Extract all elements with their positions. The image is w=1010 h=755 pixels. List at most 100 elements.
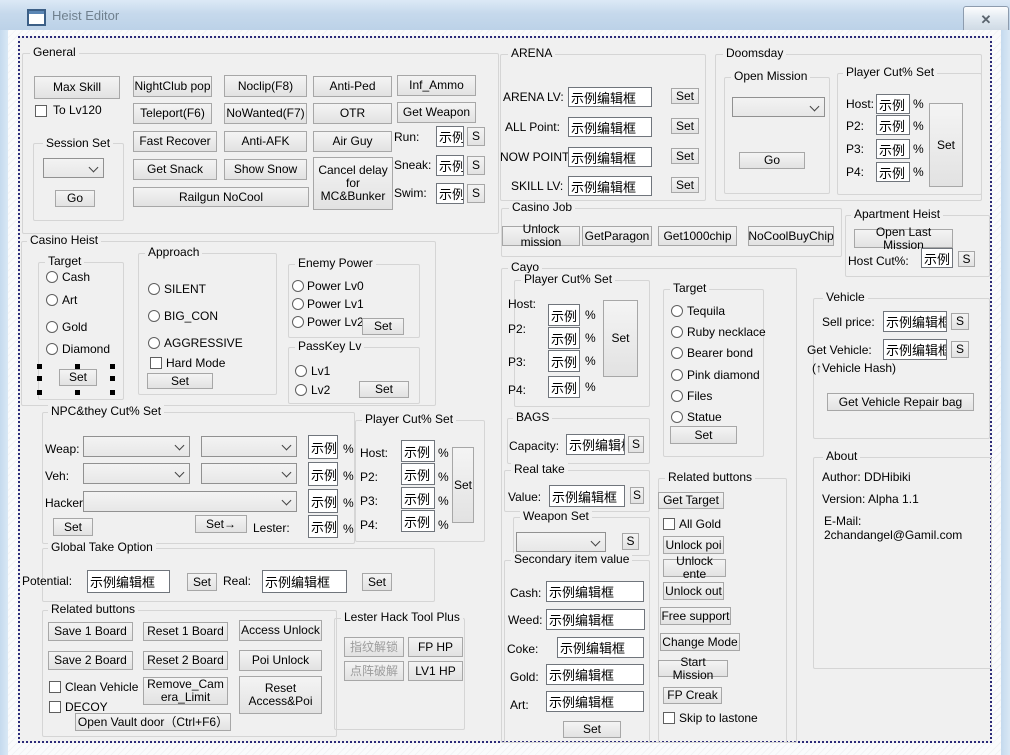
ch-target-set-button[interactable]: Set: [59, 369, 97, 386]
all-point-set-button[interactable]: Set: [671, 118, 699, 134]
free-support-button[interactable]: Free support: [660, 607, 731, 625]
save-1-board-button[interactable]: Save 1 Board: [48, 622, 133, 641]
hacker-combo[interactable]: [83, 491, 297, 512]
reset-1-board-button[interactable]: Reset 1 Board: [143, 622, 228, 641]
cayo-target-set-button[interactable]: Set: [670, 426, 737, 444]
inf-ammo-button[interactable]: Inf_Ammo: [397, 75, 476, 96]
fp-hp-button[interactable]: FP HP: [408, 637, 463, 657]
radio-power-lv2-label[interactable]: Power Lv2: [307, 315, 364, 329]
run-s-button[interactable]: S: [467, 127, 485, 146]
air-guy-button[interactable]: Air Guy: [313, 131, 392, 152]
cayo-host-input[interactable]: 示例: [548, 304, 580, 326]
get-vehicle-s-button[interactable]: S: [951, 341, 969, 358]
hard-mode-label[interactable]: Hard Mode: [166, 356, 225, 370]
access-unlock-button[interactable]: Access Unlock: [239, 620, 322, 641]
radio-art[interactable]: [46, 294, 58, 306]
mid-p3-input[interactable]: 示例: [401, 487, 435, 509]
skip-to-lastone-label[interactable]: Skip to lastone: [679, 711, 758, 725]
dot-matrix-crack-button[interactable]: 点阵破解: [344, 661, 404, 681]
npc-set-arrow-button[interactable]: Set→: [195, 515, 247, 533]
radio-power-lv1-label[interactable]: Power Lv1: [307, 297, 364, 311]
close-button[interactable]: ✕: [963, 6, 1009, 33]
veh-combo-2[interactable]: [201, 463, 297, 484]
radio-statue-label[interactable]: Statue: [687, 410, 722, 424]
radio-files-label[interactable]: Files: [687, 389, 712, 403]
radio-gold[interactable]: [46, 321, 58, 333]
real-set-button[interactable]: Set: [362, 573, 392, 591]
get-target-button[interactable]: Get Target: [658, 492, 724, 509]
to-lv120-checkbox[interactable]: [35, 105, 47, 117]
now-point-set-button[interactable]: Set: [671, 148, 699, 164]
selection-handle[interactable]: [75, 390, 80, 395]
clean-vehicle-label[interactable]: Clean Vehicle: [65, 680, 138, 694]
cayo-p2-input[interactable]: 示例: [548, 327, 580, 349]
real-input[interactable]: 示例编辑框: [262, 570, 347, 593]
show-snow-button[interactable]: Show Snow: [224, 159, 307, 180]
all-gold-label[interactable]: All Gold: [679, 517, 721, 531]
radio-power-lv1[interactable]: [292, 298, 304, 310]
skill-lv-set-button[interactable]: Set: [671, 177, 699, 193]
radio-silent[interactable]: [148, 283, 160, 295]
teleport-button[interactable]: Teleport(F6): [133, 103, 212, 124]
unlock-ente-button[interactable]: Unlock ente: [663, 559, 726, 577]
radio-statue[interactable]: [671, 411, 683, 423]
nowanted-button[interactable]: NoWanted(F7): [224, 103, 307, 124]
weap-combo-2[interactable]: [201, 436, 297, 457]
radio-passkey-lv1-label[interactable]: Lv1: [311, 364, 330, 378]
decoy-checkbox[interactable]: [49, 701, 61, 713]
cayo-p4-input[interactable]: 示例: [548, 376, 580, 398]
noclip-button[interactable]: Noclip(F8): [224, 75, 307, 97]
cayo-p3-input[interactable]: 示例: [548, 350, 580, 372]
remove-camera-limit-button[interactable]: Remove_Camera_Limit: [143, 677, 228, 705]
radio-power-lv0[interactable]: [292, 280, 304, 292]
arena-lv-input[interactable]: 示例编辑框: [568, 87, 652, 107]
radio-big-con[interactable]: [148, 310, 160, 322]
open-last-mission-button[interactable]: Open Last Mission: [854, 229, 953, 248]
get-vehicle-input[interactable]: 示例编辑框: [883, 339, 947, 360]
radio-tequila-label[interactable]: Tequila: [687, 304, 725, 318]
approach-set-button[interactable]: Set: [147, 373, 213, 389]
radio-passkey-lv2-label[interactable]: Lv2: [311, 383, 330, 397]
change-mode-button[interactable]: Change Mode: [660, 633, 740, 651]
dd-host-input[interactable]: 示例: [876, 94, 910, 114]
title-bar[interactable]: Heist Editor ✕: [0, 0, 1010, 31]
dd-p3-input[interactable]: 示例: [876, 139, 910, 159]
swim-input[interactable]: 示例: [436, 183, 464, 204]
mid-p2-input[interactable]: 示例: [401, 463, 435, 485]
open-vault-door-button[interactable]: Open Vault door（Ctrl+F6）: [75, 713, 231, 731]
weapon-set-s-button[interactable]: S: [622, 533, 639, 550]
radio-diamond-label[interactable]: Diamond: [62, 342, 110, 356]
now-point-input[interactable]: 示例编辑框: [568, 147, 652, 167]
potential-input[interactable]: 示例编辑框: [87, 570, 170, 593]
nightclub-pop-button[interactable]: NightClub pop: [133, 76, 212, 97]
decoy-label[interactable]: DECOY: [65, 700, 108, 714]
fp-creak-button[interactable]: FP Creak: [663, 687, 722, 704]
otr-button[interactable]: OTR: [313, 103, 392, 124]
fast-recover-button[interactable]: Fast Recover: [133, 131, 217, 152]
selection-handle[interactable]: [110, 376, 115, 381]
potential-set-button[interactable]: Set: [187, 573, 217, 591]
weapon-set-combo[interactable]: [516, 532, 606, 552]
apartment-s-button[interactable]: S: [958, 251, 975, 267]
radio-pink-diamond[interactable]: [671, 369, 683, 381]
sec-coke-input[interactable]: 示例编辑框: [557, 637, 644, 658]
nocoolbuychip-button[interactable]: NoCoolBuyChip: [748, 226, 834, 246]
skip-to-lastone-checkbox[interactable]: [663, 712, 675, 724]
lester-cut-input[interactable]: 示例: [308, 515, 338, 538]
radio-power-lv2[interactable]: [292, 316, 304, 328]
railgun-nocool-button[interactable]: Railgun NoCool: [133, 187, 309, 207]
swim-s-button[interactable]: S: [467, 184, 485, 203]
radio-bearer-bond-label[interactable]: Bearer bond: [687, 346, 753, 360]
radio-cash[interactable]: [46, 271, 58, 283]
radio-passkey-lv2[interactable]: [295, 384, 307, 396]
apartment-host-cut-input[interactable]: 示例: [921, 248, 953, 268]
radio-ruby-necklace-label[interactable]: Ruby necklace: [687, 325, 766, 339]
radio-big-con-label[interactable]: BIG_CON: [164, 309, 218, 323]
get-vehicle-repair-bag-button[interactable]: Get Vehicle Repair bag: [827, 393, 974, 411]
capacity-input[interactable]: 示例编辑框: [566, 434, 625, 455]
veh-combo-1[interactable]: [83, 463, 190, 484]
radio-files[interactable]: [671, 390, 683, 402]
reset-access-poi-button[interactable]: Reset Access&Poi: [239, 676, 322, 714]
dd-p2-input[interactable]: 示例: [876, 115, 910, 135]
poi-unlock-button[interactable]: Poi Unlock: [239, 650, 322, 671]
